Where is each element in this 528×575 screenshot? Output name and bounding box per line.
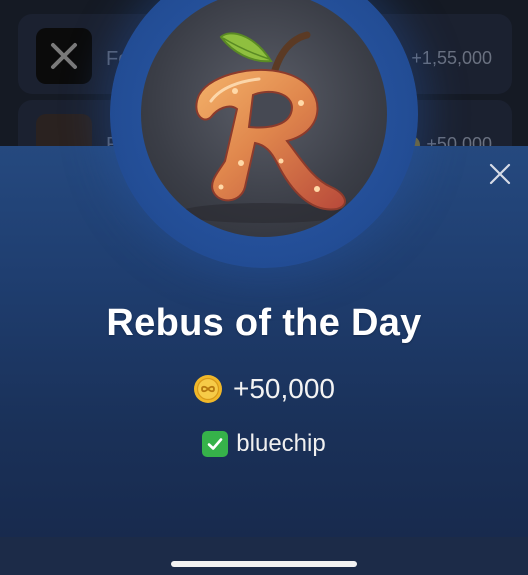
author-row: bluechip: [0, 430, 528, 458]
rebus-artwork: [141, 0, 387, 237]
x-logo-icon: [36, 28, 92, 84]
close-icon: [489, 163, 511, 185]
screen: Follo +1,55,000 Re +50,000: [0, 0, 528, 575]
reward-row: +50,000: [0, 373, 528, 405]
sheet-footer: [0, 537, 528, 575]
home-indicator[interactable]: [171, 561, 357, 567]
apple-r-icon: [178, 31, 350, 223]
sheet-title: Rebus of the Day: [106, 302, 422, 344]
reward-value: +50,000: [233, 373, 335, 404]
author-name: bluechip: [236, 430, 326, 457]
check-icon: [202, 431, 229, 457]
close-button[interactable]: [486, 160, 514, 188]
coin-icon: [194, 375, 222, 403]
task-reward-value: +1,55,000: [411, 48, 492, 68]
